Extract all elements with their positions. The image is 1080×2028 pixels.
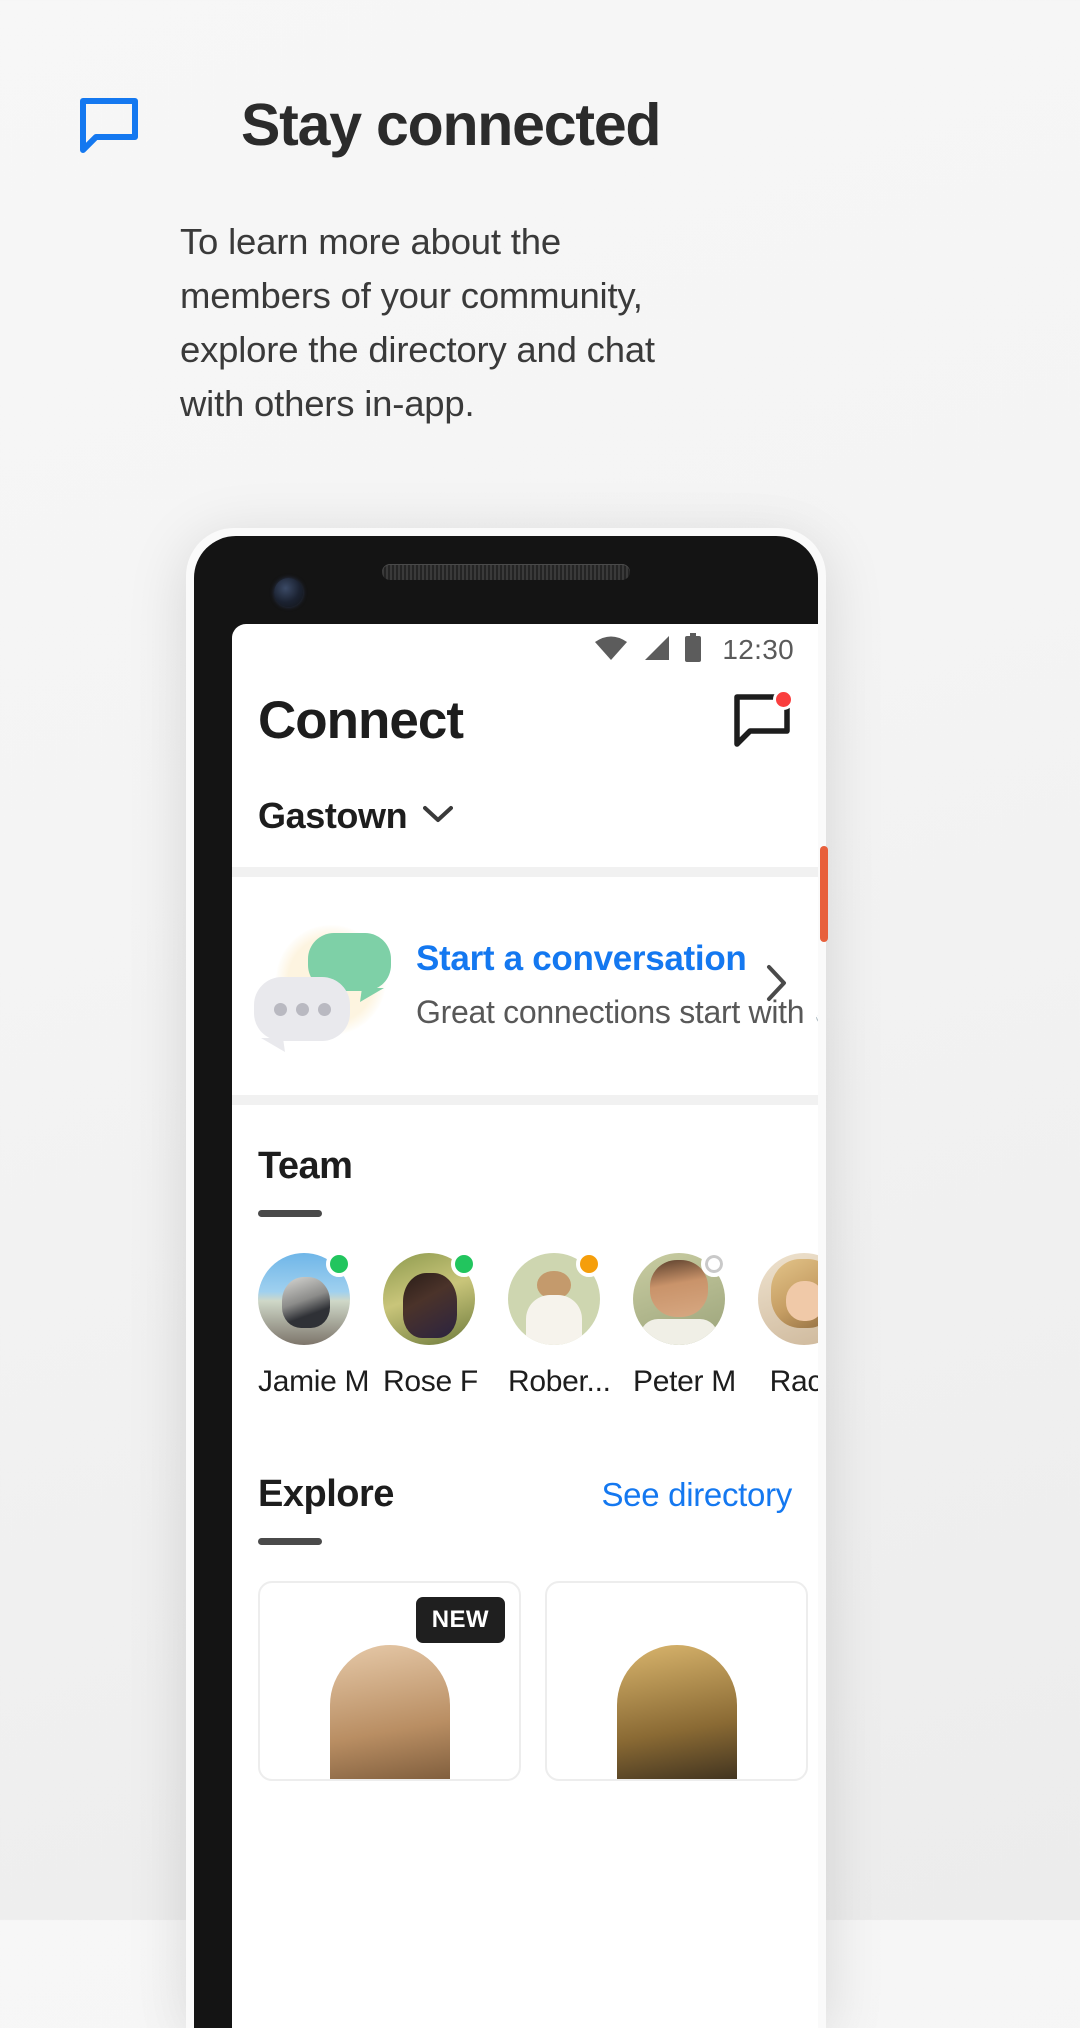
earpiece-speaker xyxy=(382,564,630,580)
avatar[interactable] xyxy=(633,1251,727,1345)
chat-bubble-icon xyxy=(78,97,140,155)
status-bar: 12:30 xyxy=(232,624,818,676)
explore-section: Explore See directory NEW xyxy=(232,1399,818,1781)
avatar[interactable] xyxy=(508,1251,602,1345)
phone-bezel: 12:30 Connect Gastown Start a conversati… xyxy=(194,536,818,2028)
phone-screen: 12:30 Connect Gastown Start a conversati… xyxy=(232,624,818,2028)
explore-card-list[interactable]: NEW xyxy=(258,1545,808,1781)
conversation-card-subtitle: Great connections start with 👋 xyxy=(416,994,818,1030)
list-item[interactable]: Peter M xyxy=(633,1251,736,1399)
list-item[interactable]: Jamie M xyxy=(258,1251,370,1399)
front-camera xyxy=(274,578,303,607)
member-name: Rach xyxy=(769,1365,818,1398)
promo-header: Stay connected xyxy=(0,0,1080,155)
member-name: Rober... xyxy=(508,1365,611,1398)
status-badge xyxy=(451,1251,477,1277)
status-badge xyxy=(701,1251,727,1277)
explore-section-header: Explore See directory xyxy=(258,1473,792,1516)
phone-mockup: 12:30 Connect Gastown Start a conversati… xyxy=(186,528,828,2028)
chevron-down-icon xyxy=(423,805,454,828)
section-divider xyxy=(232,1095,818,1105)
chevron-right-icon xyxy=(766,964,796,1007)
avatar[interactable] xyxy=(758,1253,818,1345)
list-item[interactable]: Rach xyxy=(758,1253,818,1399)
team-section-header: Team xyxy=(258,1145,792,1188)
status-bar-clock: 12:30 xyxy=(722,634,794,665)
member-name: Rose F xyxy=(383,1365,478,1398)
start-conversation-card[interactable]: Start a conversation Great connections s… xyxy=(232,877,818,1095)
power-button[interactable] xyxy=(820,846,828,942)
status-badge xyxy=(576,1251,602,1277)
list-item[interactable]: Rober... xyxy=(508,1251,611,1399)
app-title: Connect xyxy=(258,691,464,750)
cellular-signal-icon xyxy=(642,635,670,666)
community-name: Gastown xyxy=(258,795,408,836)
explore-card[interactable] xyxy=(545,1581,808,1781)
promo-section: Stay connected To learn more about the m… xyxy=(0,0,1080,431)
team-avatar-list[interactable]: Jamie M Rose F Rober... Peter M Rac xyxy=(258,1217,818,1399)
typing-dot xyxy=(273,1002,287,1016)
wifi-icon xyxy=(594,635,628,666)
explore-title: Explore xyxy=(258,1473,394,1515)
promo-body-text: To learn more about the members of your … xyxy=(180,221,655,424)
messages-button[interactable] xyxy=(732,688,794,749)
page-title: Stay connected xyxy=(241,92,661,158)
conversation-card-text: Start a conversation Great connections s… xyxy=(402,939,818,1031)
explore-underline xyxy=(258,1538,322,1545)
avatar-photo xyxy=(758,1253,818,1345)
typing-dot xyxy=(317,1002,331,1016)
illustration-gray-bubble xyxy=(254,977,350,1041)
team-underline xyxy=(258,1210,322,1217)
new-badge: NEW xyxy=(415,1597,505,1643)
team-section: Team Jamie M Rose F Rober... Peter M Rac xyxy=(232,1105,818,1399)
notification-dot xyxy=(773,688,794,710)
team-title: Team xyxy=(258,1145,353,1187)
conversation-card-title: Start a conversation xyxy=(416,939,747,978)
chat-bubbles-illustration xyxy=(254,921,402,1049)
section-divider xyxy=(232,867,818,877)
app-bar: Connect xyxy=(232,676,818,751)
status-badge xyxy=(326,1251,352,1277)
typing-dot xyxy=(295,1002,309,1016)
avatar[interactable] xyxy=(258,1251,352,1345)
see-directory-link[interactable]: See directory xyxy=(601,1476,792,1514)
member-name: Jamie M xyxy=(258,1365,370,1398)
member-name: Peter M xyxy=(633,1365,736,1398)
card-photo xyxy=(329,1645,450,1779)
community-selector[interactable]: Gastown xyxy=(232,751,818,867)
list-item[interactable]: Rose F xyxy=(383,1251,478,1399)
avatar[interactable] xyxy=(383,1251,477,1345)
card-photo xyxy=(616,1645,737,1779)
explore-card[interactable]: NEW xyxy=(258,1581,521,1781)
battery-full-icon xyxy=(684,632,702,668)
